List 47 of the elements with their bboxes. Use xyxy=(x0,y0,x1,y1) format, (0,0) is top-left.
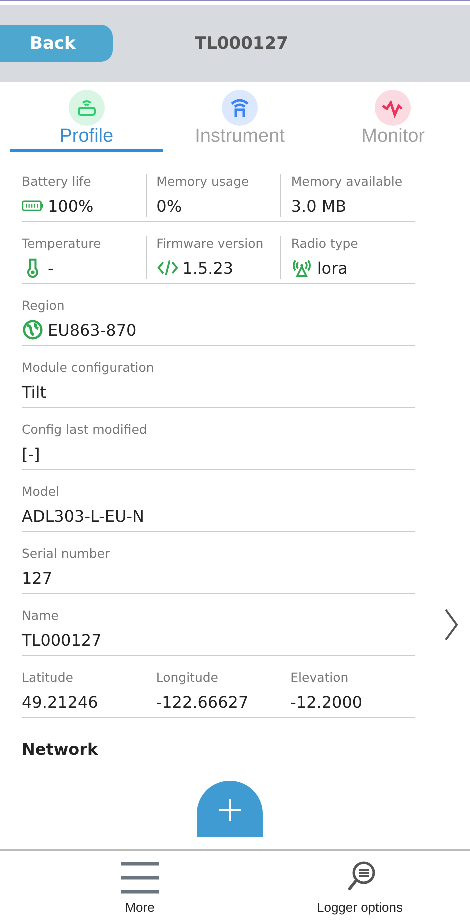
field-value: 127 xyxy=(22,568,53,588)
nav-item[interactable]: Logger options xyxy=(250,851,470,923)
chevron-right-icon[interactable] xyxy=(443,608,459,642)
field-label: Elevation xyxy=(290,670,350,685)
field-value: 100% xyxy=(48,196,94,216)
field-value: 0% xyxy=(156,196,182,216)
field-value: [-] xyxy=(22,444,40,464)
field-label: Model xyxy=(22,484,61,499)
field-value: lora xyxy=(317,258,348,278)
radio-antenna-icon xyxy=(291,258,314,278)
field-label: Memory available xyxy=(291,174,404,189)
tab[interactable]: Profile xyxy=(10,82,164,152)
nav-item[interactable]: More xyxy=(30,851,250,923)
field-label: Longitude xyxy=(156,670,220,685)
field-value: Tilt xyxy=(22,382,46,402)
field-value: -122.66627 xyxy=(156,692,249,712)
field-value: 1.5.23 xyxy=(182,258,234,278)
field-label: Module configuration xyxy=(22,360,156,375)
field-value: TL000127 xyxy=(22,630,102,650)
field-value: 49.21246 xyxy=(22,692,98,712)
field-label: Firmware version xyxy=(156,236,265,251)
back-button[interactable]: Back xyxy=(0,25,113,62)
section-heading: Network xyxy=(22,740,100,759)
field-value: 3.0 MB xyxy=(291,196,347,216)
menu-icon xyxy=(120,860,160,896)
field-value: ADL303-L-EU-N xyxy=(22,506,144,526)
field-label: Battery life xyxy=(22,174,92,189)
pulse-icon xyxy=(375,90,412,126)
field-label: Radio type xyxy=(291,236,360,251)
router-icon xyxy=(68,90,105,126)
field-value: - xyxy=(48,258,54,278)
field-value: -12.2000 xyxy=(290,692,363,712)
field-label: Latitude xyxy=(22,670,74,685)
field-label: Temperature xyxy=(22,236,102,251)
code-icon xyxy=(156,258,179,278)
field-label: Name xyxy=(22,608,60,623)
field-label: Memory usage xyxy=(156,174,250,189)
field-label: Serial number xyxy=(22,546,112,561)
tab[interactable]: Instrument xyxy=(163,82,317,152)
tab[interactable]: Monitor xyxy=(316,82,470,152)
add-button[interactable] xyxy=(196,781,262,837)
field-value: EU863-870 xyxy=(48,320,137,340)
screen-title: TL000127 xyxy=(195,34,288,54)
globe-icon xyxy=(22,320,44,340)
field-label: Config last modified xyxy=(22,422,148,437)
field-label: Region xyxy=(22,298,66,313)
antenna-icon xyxy=(222,90,258,126)
